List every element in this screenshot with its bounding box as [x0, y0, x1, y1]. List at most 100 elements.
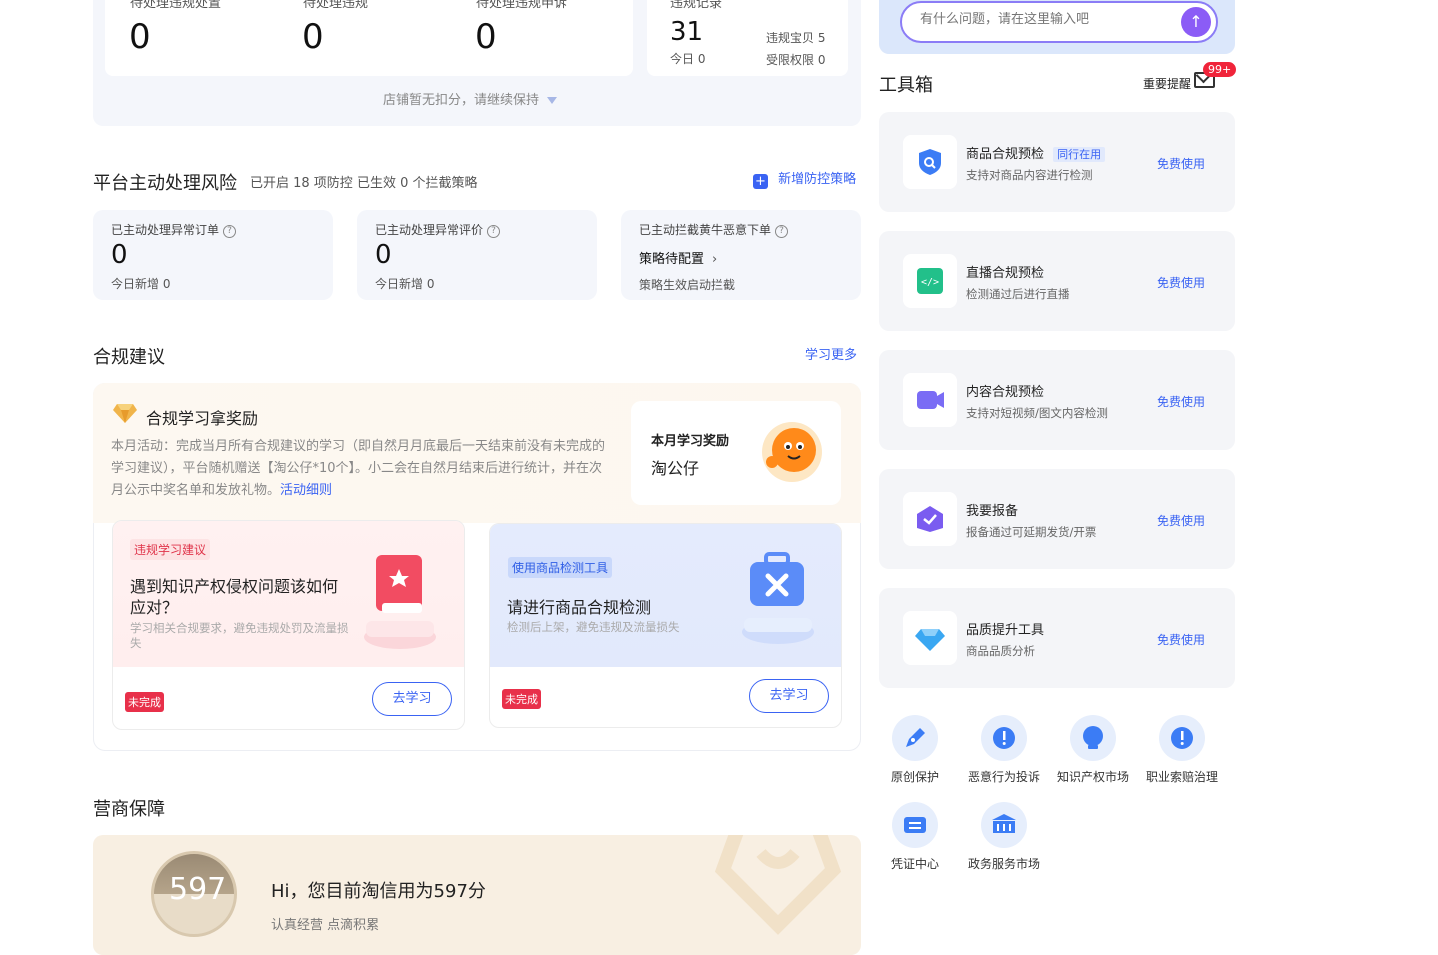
alert-icon[interactable]: [981, 715, 1027, 761]
notification-badge: 99+: [1203, 62, 1237, 77]
pen-icon[interactable]: [892, 715, 938, 761]
plus-icon: +: [753, 174, 768, 189]
tool-desc: 商品品质分析: [966, 644, 1035, 658]
compliance-title: 合规建议: [93, 347, 165, 368]
task-desc: 检测后上架，避免违规及流量损失: [507, 620, 680, 634]
pending-label-1[interactable]: 待处理违规处置: [130, 0, 221, 11]
diamond-gem-icon: [903, 611, 957, 665]
task-tag: 使用商品检测工具: [508, 557, 613, 578]
chevron-right-icon: ›: [712, 252, 718, 267]
help-icon[interactable]: ?: [223, 225, 237, 238]
status-badge: 未完成: [125, 692, 164, 712]
chevron-down-icon: [547, 97, 558, 104]
quick-link-label[interactable]: 职业索赔治理: [1137, 768, 1227, 785]
pending-value-2: 0: [302, 17, 324, 57]
risk-card-label-3: 已主动拦截黄牛恶意下单?: [639, 221, 789, 238]
credit-title: 营商保障: [93, 799, 165, 820]
risk-card-label-1: 已主动处理异常订单?: [111, 221, 237, 238]
risk-card-sub-3: 策略生效启动拦截: [639, 278, 736, 292]
bulb-icon[interactable]: [1070, 715, 1116, 761]
reward-text: 本月活动：完成当月所有合规建议的学习（即自然月月底最后一天结束前没有未完成的学习…: [111, 439, 606, 498]
risk-summary: 已开启 18 项防控 已生效 0 个拦截策略: [250, 176, 478, 191]
task-desc: 学习相关合规要求，避免违规处罚及流量损失: [130, 621, 349, 650]
pending-value-1: 0: [129, 17, 151, 57]
quick-link-label[interactable]: 知识产权市场: [1048, 768, 1138, 785]
task-tag: 违规学习建议: [130, 539, 211, 560]
task-title[interactable]: 请进行商品合规检测: [507, 594, 727, 618]
video-icon: [903, 373, 957, 427]
task-title[interactable]: 遇到知识产权侵权问题该如何应对？: [130, 576, 350, 618]
free-use-button[interactable]: 免费使用: [1157, 393, 1205, 410]
pending-value-3: 0: [475, 17, 497, 57]
search-box: ↑: [900, 1, 1218, 43]
risk-card-label-2: 已主动处理异常评价?: [375, 221, 501, 238]
free-use-button[interactable]: 免费使用: [1157, 631, 1205, 648]
monthly-reward-label: 本月学习奖励: [651, 434, 730, 449]
shield-search-icon: [903, 135, 957, 189]
send-button[interactable]: ↑: [1181, 7, 1211, 37]
violation-record-label[interactable]: 违规记录: [670, 0, 722, 11]
toolbox-title: 工具箱: [879, 75, 933, 96]
monthly-reward-value: 淘公仔: [651, 459, 700, 478]
reward-title: 合规学习拿奖励: [146, 409, 259, 428]
mascot-icon: [760, 420, 824, 488]
tool-title-row: 商品合规预检 同行在用: [966, 143, 1106, 162]
search-input[interactable]: [920, 12, 1170, 27]
help-icon[interactable]: ?: [775, 225, 789, 238]
tool-desc: 报备通过可延期发货/开票: [966, 525, 1097, 539]
tool-desc: 支持对商品内容进行检测: [966, 168, 1093, 182]
pending-label-3[interactable]: 待处理违规申诉: [476, 0, 567, 11]
diamond-icon: [113, 402, 137, 428]
notice-text: 店铺暂无扣分，请继续保持: [383, 93, 540, 108]
pending-label-2[interactable]: 待处理违规: [303, 0, 368, 11]
quick-link-label[interactable]: 政务服务市场: [959, 855, 1049, 872]
credit-greeting: Hi，您目前淘信用为597分: [271, 881, 486, 902]
tool-title: 品质提升工具: [966, 623, 1045, 638]
add-strategy-button[interactable]: + 新增防控策略: [753, 168, 856, 189]
tool-desc: 检测通过后进行直播: [966, 287, 1070, 301]
violation-record-value: 31: [670, 17, 704, 47]
tool-title: 我要报备: [966, 504, 1019, 519]
credit-score: 597: [169, 872, 227, 907]
today-count: 今日 0: [670, 52, 706, 66]
credit-slogan: 认真经营 点滴积累: [271, 918, 380, 933]
free-use-button[interactable]: 免费使用: [1157, 155, 1205, 172]
no-deduction-notice[interactable]: 店铺暂无扣分，请继续保持: [383, 89, 558, 108]
code-icon: </>: [903, 254, 957, 308]
svg-text:</>: </>: [921, 277, 939, 288]
peer-using-tag: 同行在用: [1053, 147, 1106, 162]
bad-baby-count[interactable]: 违规宝贝 5: [766, 29, 825, 46]
shield-watermark-icon: [714, 835, 842, 935]
toolbox-icon: [738, 548, 818, 652]
go-study-button[interactable]: 去学习: [749, 679, 829, 713]
tool-title: 内容合规预检: [966, 385, 1045, 400]
tool-desc: 支持对短视频/图文内容检测: [966, 406, 1108, 420]
free-use-button[interactable]: 免费使用: [1157, 274, 1205, 291]
status-badge: 未完成: [502, 689, 541, 709]
quick-link-label[interactable]: 恶意行为投诉: [959, 768, 1049, 785]
learn-more-link[interactable]: 学习更多: [805, 344, 857, 363]
go-study-button[interactable]: 去学习: [372, 682, 452, 716]
important-reminder-label[interactable]: 重要提醒: [1143, 75, 1191, 92]
restricted-count[interactable]: 受限权限 0: [766, 51, 825, 68]
quick-link-label[interactable]: 凭证中心: [870, 855, 960, 872]
risk-card-value-2: 0: [375, 240, 392, 270]
add-strategy-label: 新增防控策略: [778, 172, 857, 187]
book-icon: [360, 545, 444, 657]
free-use-button[interactable]: 免费使用: [1157, 512, 1205, 529]
pending-card: [105, 0, 633, 76]
activity-rules-link[interactable]: 活动细则: [280, 483, 332, 498]
risk-card-sub-1: 今日新增 0: [111, 277, 171, 291]
quick-link-label[interactable]: 原创保护: [870, 768, 960, 785]
risk-title: 平台主动处理风险: [93, 173, 237, 194]
risk-card-value-1: 0: [111, 240, 128, 270]
tool-title: 商品合规预检: [966, 147, 1045, 162]
ticket-icon[interactable]: [892, 802, 938, 848]
tool-title: 直播合规预检: [966, 266, 1045, 281]
risk-card-sub-2: 今日新增 0: [375, 277, 435, 291]
bank-icon[interactable]: [981, 802, 1027, 848]
help-icon[interactable]: ?: [487, 225, 501, 238]
report-check-icon: [903, 492, 957, 546]
configure-strategy-link[interactable]: 策略待配置 ›: [639, 248, 717, 267]
alert-icon[interactable]: [1159, 715, 1205, 761]
